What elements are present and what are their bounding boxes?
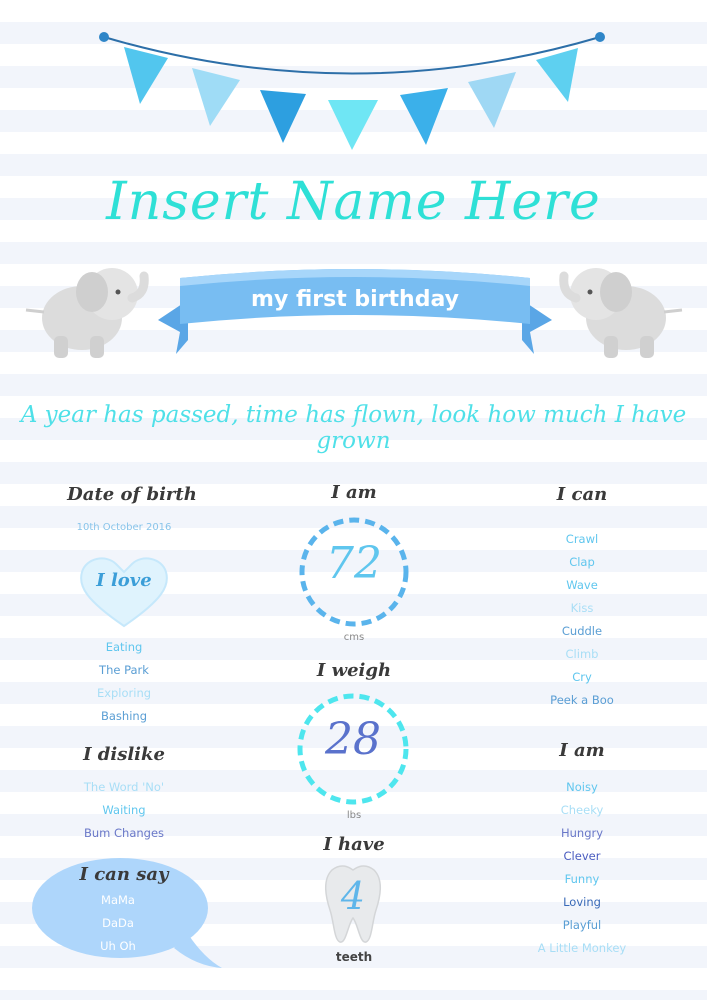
height-value: 72 (326, 538, 382, 589)
dislike-heading: I dislike (83, 744, 165, 765)
height-heading: I am (331, 482, 377, 503)
elephant-right-icon (559, 268, 683, 358)
can-item: Climb (565, 647, 599, 661)
am-item: Loving (563, 895, 601, 909)
tagline: A year has passed, time has flown, look … (20, 402, 687, 454)
am-item: Hungry (560, 826, 604, 840)
am-heading: I am (559, 740, 605, 761)
say-item: MaMa (101, 893, 135, 907)
can-item: Clap (569, 555, 595, 569)
height-unit: cms (343, 632, 365, 643)
can-item: Cuddle (561, 624, 603, 638)
flag (124, 47, 168, 104)
dob-value: 10th October 2016 (76, 522, 172, 533)
flag (468, 72, 516, 128)
weight-unit: lbs (346, 810, 362, 821)
am-item: A Little Monkey (537, 941, 627, 955)
ribbon-text: my first birthday (251, 287, 459, 312)
am-item: Cheeky (560, 803, 604, 817)
can-item: Cry (572, 670, 592, 684)
love-item: Bashing (101, 709, 147, 723)
flag (328, 100, 378, 150)
dislike-item: Waiting (102, 803, 146, 817)
say-heading: I can say (79, 864, 169, 885)
elephant-left-icon (25, 268, 149, 358)
child-name-title: Insert Name Here (106, 172, 601, 232)
can-item: Crawl (565, 532, 599, 546)
heart-icon (80, 557, 168, 628)
am-item: Playful (562, 918, 602, 932)
dislike-item: Bum Changes (83, 826, 165, 840)
weight-value: 28 (325, 714, 381, 765)
love-item: The Park (99, 663, 149, 677)
weight-heading: I weigh (316, 660, 392, 681)
flag (536, 48, 578, 102)
flag (400, 88, 448, 145)
flag (260, 90, 306, 143)
say-item: Uh Oh (100, 939, 136, 953)
can-item: Wave (566, 578, 598, 592)
teeth-unit: teeth (335, 950, 373, 964)
teeth-heading: I have (323, 834, 385, 855)
can-item: Peek a Boo (550, 693, 614, 707)
can-item: Kiss (570, 601, 594, 615)
ribbon-banner: my first birthday (158, 269, 552, 354)
bunting-banner (99, 32, 605, 150)
love-item: Exploring (96, 686, 152, 700)
dislike-item: The Word 'No' (83, 780, 165, 794)
can-heading: I can (556, 484, 608, 505)
am-item: Clever (563, 849, 601, 863)
dob-heading: Date of birth (67, 484, 197, 505)
flag (192, 68, 240, 126)
teeth-value: 4 (340, 874, 366, 918)
love-item: Eating (105, 640, 143, 654)
am-item: Noisy (566, 780, 598, 794)
love-heading: I love (96, 570, 152, 591)
say-item: DaDa (102, 916, 134, 930)
am-item: Funny (564, 872, 600, 886)
